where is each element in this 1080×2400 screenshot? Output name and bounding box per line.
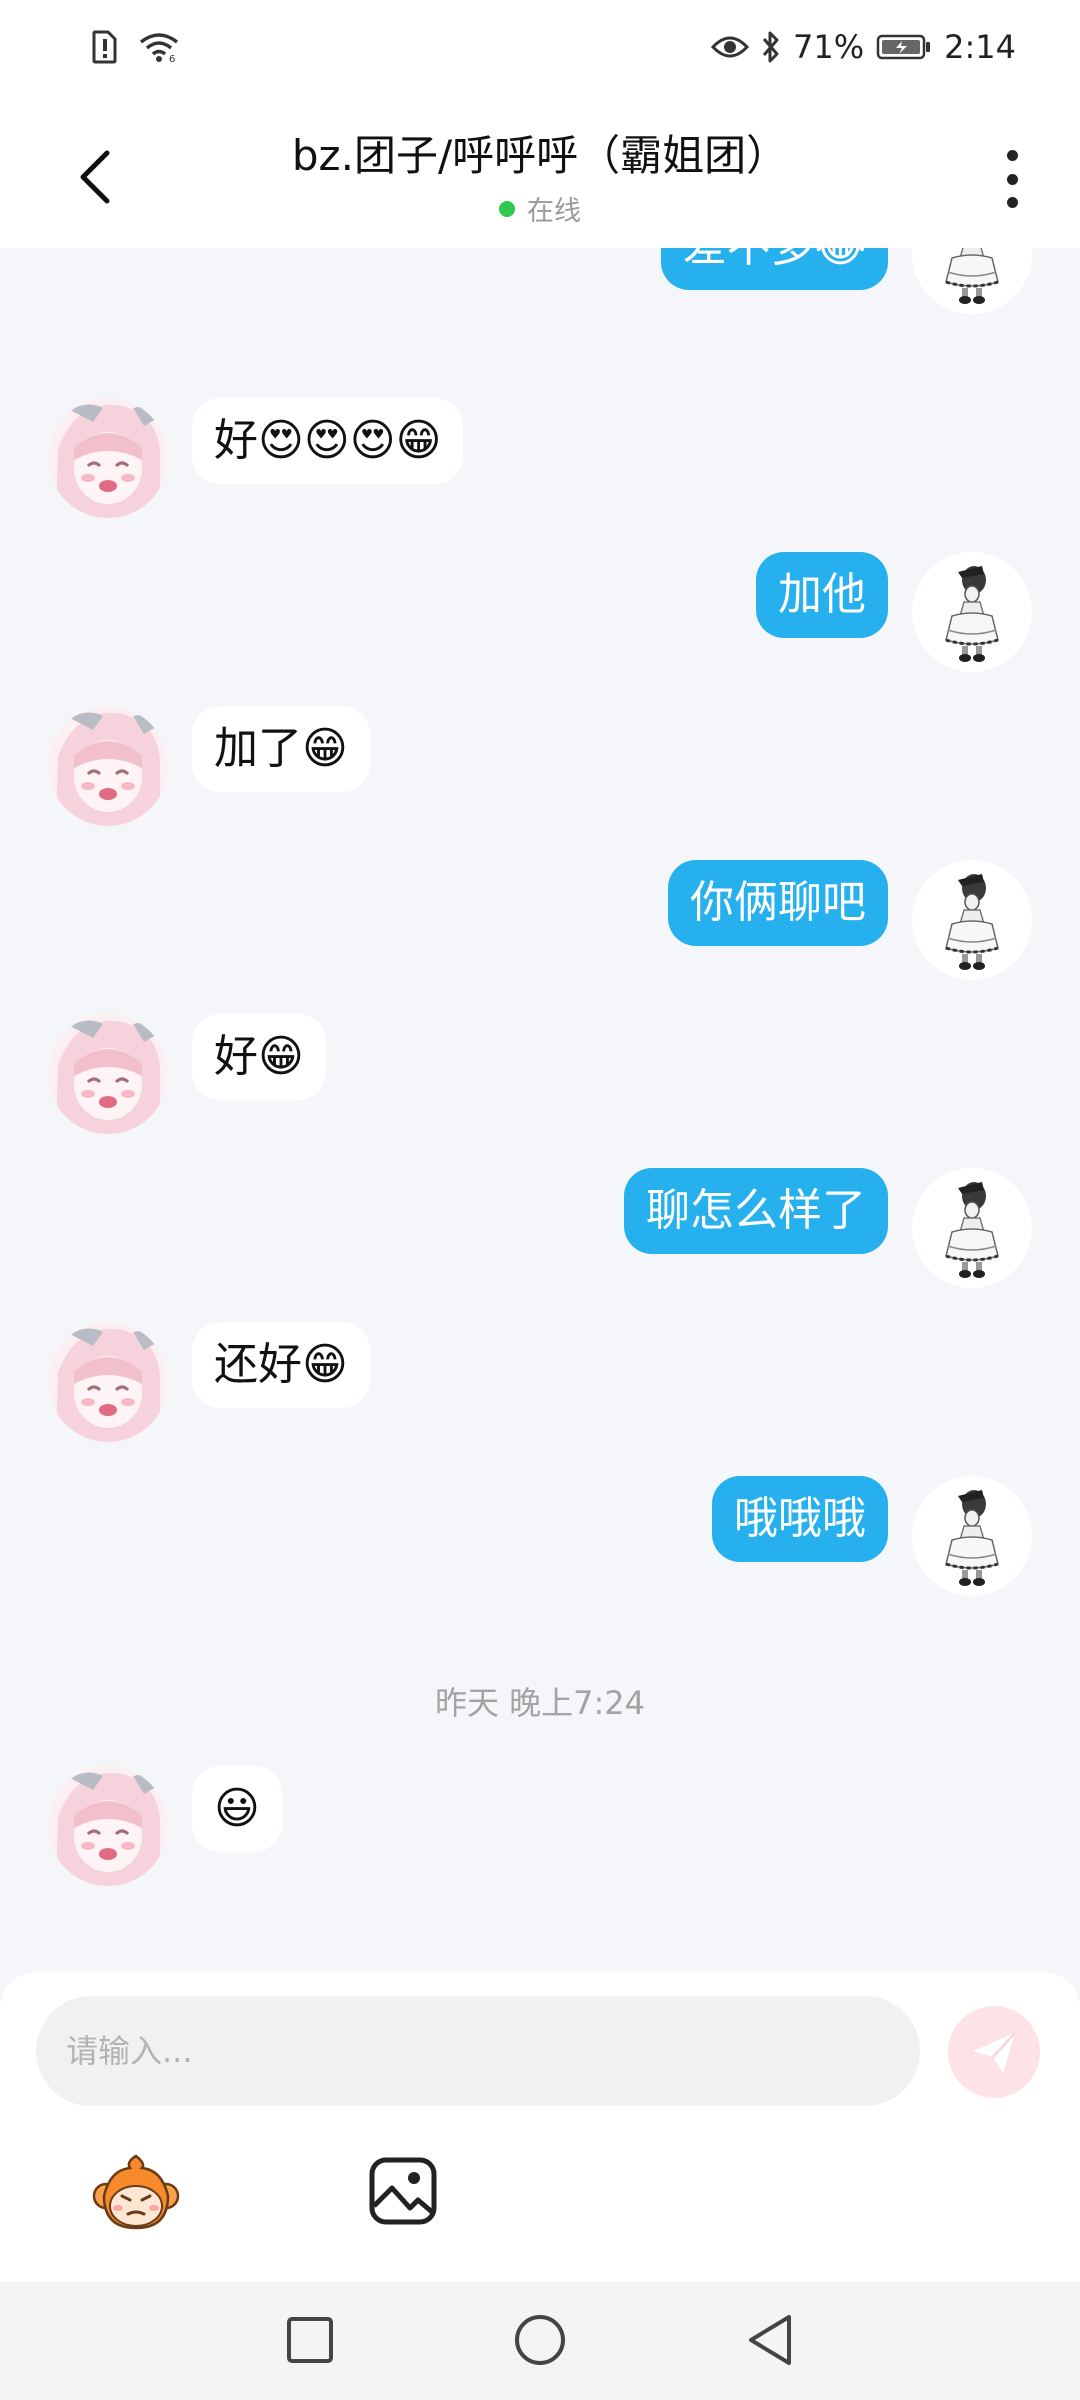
battery-icon bbox=[876, 33, 932, 61]
eye-comfort-icon bbox=[711, 34, 750, 60]
my-avatar[interactable] bbox=[912, 860, 1032, 980]
chat-messages[interactable]: 差不多😂 好😍😍😍😁 加他 加了😁 你俩聊吧 好😁 聊怎么样了 还好😁 哦哦哦 … bbox=[0, 248, 1080, 1972]
my-avatar[interactable] bbox=[912, 1168, 1032, 1288]
more-dot-icon bbox=[1006, 150, 1018, 161]
send-icon bbox=[973, 2032, 1016, 2073]
bluetooth-icon bbox=[761, 30, 781, 64]
battery-percent: 71% bbox=[793, 28, 865, 66]
my-message-bubble[interactable]: 聊怎么样了 bbox=[624, 1168, 888, 1254]
presence-status: 在线 bbox=[150, 189, 930, 228]
circle-icon bbox=[515, 2315, 565, 2365]
contact-message-bubble[interactable]: 好😍😍😍😁 bbox=[192, 398, 464, 484]
home-button[interactable] bbox=[510, 2310, 570, 2370]
wifi-icon: 6 bbox=[138, 31, 180, 63]
chat-header: bz.团子/呼呼呼（霸姐团） 在线 bbox=[0, 104, 1080, 248]
presence-label: 在线 bbox=[527, 196, 581, 227]
contact-message-bubble[interactable]: 😃 bbox=[192, 1766, 282, 1852]
contact-message-bubble[interactable]: 还好😁 bbox=[192, 1322, 370, 1408]
my-message-bubble[interactable]: 差不多😂 bbox=[660, 248, 888, 290]
back-button[interactable] bbox=[60, 142, 130, 212]
chevron-left-icon bbox=[80, 150, 110, 204]
contact-avatar[interactable] bbox=[48, 706, 168, 826]
contact-message-bubble[interactable]: 加了😁 bbox=[192, 706, 370, 792]
contact-message-bubble[interactable]: 好😁 bbox=[192, 1014, 326, 1100]
contact-avatar[interactable] bbox=[48, 1322, 168, 1442]
my-message-bubble[interactable]: 加他 bbox=[756, 552, 888, 638]
image-icon bbox=[369, 2157, 437, 2225]
more-dot-icon bbox=[1006, 197, 1018, 208]
square-icon bbox=[287, 2317, 333, 2363]
status-bar: 6 71% 2:14 bbox=[0, 0, 1080, 104]
contact-avatar[interactable] bbox=[48, 398, 168, 518]
message-input[interactable] bbox=[36, 1996, 920, 2106]
my-avatar[interactable] bbox=[912, 552, 1032, 672]
my-message-bubble[interactable]: 哦哦哦 bbox=[712, 1476, 888, 1562]
send-button[interactable] bbox=[948, 2006, 1040, 2098]
my-message-bubble[interactable]: 你俩聊吧 bbox=[668, 860, 888, 946]
my-avatar[interactable] bbox=[912, 1476, 1032, 1596]
sticker-button[interactable] bbox=[92, 2152, 180, 2232]
svg-text:6: 6 bbox=[169, 54, 175, 63]
contact-avatar[interactable] bbox=[48, 1766, 168, 1886]
more-options-button[interactable] bbox=[992, 144, 1032, 214]
online-dot bbox=[499, 200, 515, 217]
contact-avatar[interactable] bbox=[48, 1014, 168, 1134]
image-picker-button[interactable] bbox=[368, 2156, 438, 2226]
system-nav-bar bbox=[0, 2282, 1080, 2400]
my-avatar[interactable] bbox=[912, 248, 1032, 314]
clock: 2:14 bbox=[944, 28, 1016, 66]
message-composer bbox=[0, 1972, 1080, 2282]
chat-title: bz.团子/呼呼呼（霸姐团） bbox=[291, 131, 789, 180]
recents-button[interactable] bbox=[280, 2310, 340, 2370]
triangle-back-icon bbox=[749, 2315, 791, 2365]
sim-alert-icon bbox=[92, 30, 118, 64]
monkey-face-icon bbox=[92, 2154, 180, 2230]
more-dot-icon bbox=[1006, 173, 1018, 185]
message-timestamp: 昨天 晚上7:24 bbox=[434, 1684, 646, 1722]
system-back-button[interactable] bbox=[740, 2310, 800, 2370]
